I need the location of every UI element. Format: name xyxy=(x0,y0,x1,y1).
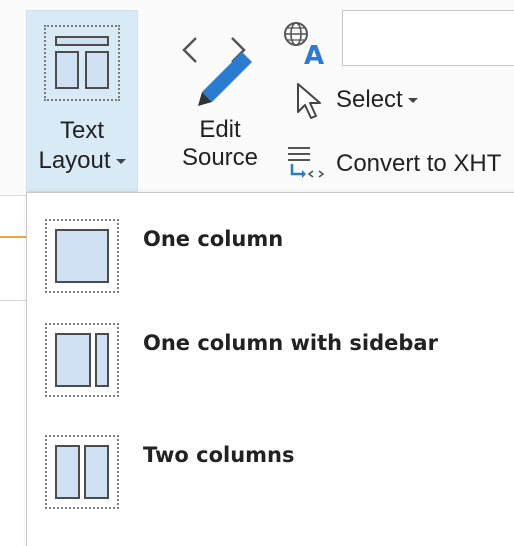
one-column-sidebar-icon xyxy=(45,323,119,397)
text-layout-label-line1: Text xyxy=(59,117,104,144)
search-input[interactable] xyxy=(342,10,514,66)
edit-source-button[interactable]: Edit Source xyxy=(168,18,272,188)
edit-source-icon xyxy=(182,37,252,106)
menu-item-label: One column xyxy=(143,227,284,251)
ribbon-toolbar: Text Layout Edit Source A Select Convert… xyxy=(0,0,514,195)
edit-source-label-line1: Edit xyxy=(199,116,241,143)
select-button[interactable]: Select xyxy=(292,80,452,122)
spelling-language-icon: A xyxy=(284,22,324,71)
spelling-language-button[interactable]: A xyxy=(282,20,334,73)
convert-xhtml-label: Convert to XHT xyxy=(336,150,502,177)
menu-item-label: One column with sidebar xyxy=(143,331,438,355)
text-layout-icon xyxy=(44,25,120,101)
document-area xyxy=(0,196,26,546)
one-column-icon xyxy=(45,219,119,293)
select-label: Select xyxy=(336,86,403,113)
text-layout-label-line2: Layout xyxy=(27,147,137,175)
two-columns-icon xyxy=(45,435,119,509)
menu-item-label: Two columns xyxy=(143,443,295,467)
document-accent-line xyxy=(0,236,26,238)
cursor-select-icon xyxy=(297,83,321,119)
menu-item-one-column[interactable]: One column xyxy=(27,201,514,305)
menu-item-two-columns[interactable]: Two columns xyxy=(27,417,514,521)
convert-xhtml-icon xyxy=(288,147,325,178)
document-divider xyxy=(0,300,26,301)
text-layout-dropdown: One column One column with sidebar Two c… xyxy=(26,192,514,546)
svg-text:A: A xyxy=(304,41,324,68)
text-layout-button[interactable]: Text Layout xyxy=(26,10,138,192)
menu-item-one-column-with-sidebar[interactable]: One column with sidebar xyxy=(27,305,514,409)
chevron-down-icon xyxy=(407,98,418,104)
chevron-down-icon xyxy=(115,159,126,165)
edit-source-label-line2: Source xyxy=(181,144,259,171)
convert-xhtml-button[interactable]: Convert to XHT xyxy=(286,140,514,184)
